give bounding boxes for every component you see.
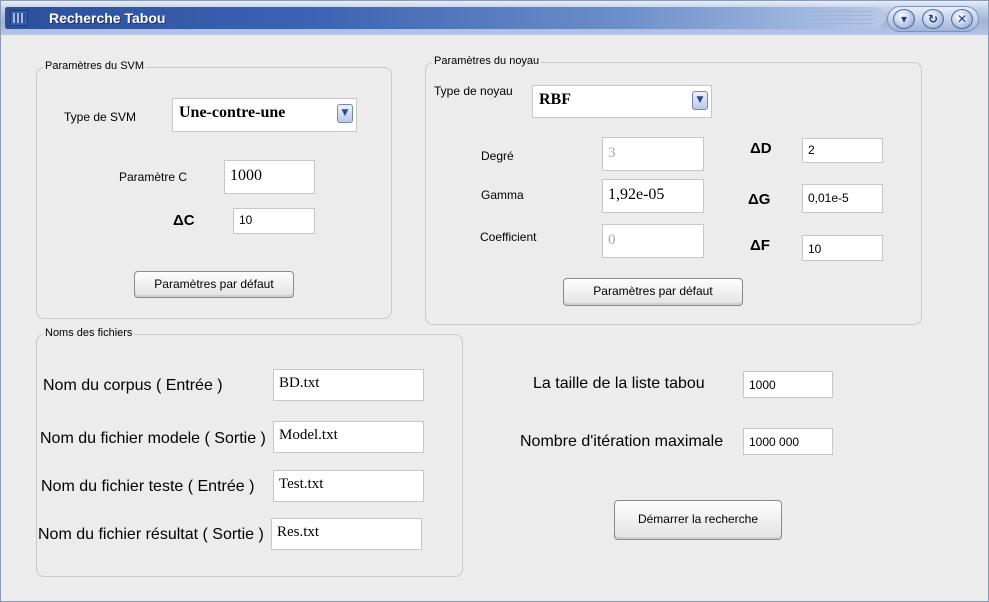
test-label: Nom du fichier teste ( Entrée )	[41, 478, 255, 495]
result-label: Nom du fichier résultat ( Sortie )	[38, 526, 264, 543]
delta-f-label: ΔF	[750, 237, 770, 254]
test-input[interactable]: Test.txt	[273, 470, 424, 502]
delta-d-input[interactable]: 2	[802, 138, 883, 163]
max-iter-input[interactable]: 1000 000	[743, 428, 833, 455]
svm-params-legend: Paramètres du SVM	[43, 60, 147, 72]
coefficient-input[interactable]: 0	[602, 224, 704, 258]
tabu-size-input[interactable]: 1000	[743, 371, 833, 398]
start-search-button[interactable]: Démarrer la recherche	[614, 500, 782, 540]
svm-type-label: Type de SVM	[64, 110, 137, 124]
max-iter-label: Nombre d'itération maximale	[520, 433, 724, 450]
kernel-type-value: RBF	[539, 91, 571, 108]
delta-g-label: ΔG	[748, 191, 771, 208]
minimize-icon[interactable]: ▾	[893, 9, 915, 29]
app-icon[interactable]	[10, 10, 28, 26]
window-controls: ▾ ↻ ✕	[887, 6, 979, 32]
files-legend: Noms des fichiers	[43, 327, 135, 339]
kernel-default-button[interactable]: Paramètres par défaut	[563, 278, 743, 306]
result-input[interactable]: Res.txt	[271, 518, 422, 550]
window-title: Recherche Tabou	[49, 10, 166, 26]
gamma-input[interactable]: 1,92e-05	[602, 179, 704, 213]
title-decoration	[809, 11, 873, 27]
corpus-label: Nom du corpus ( Entrée )	[43, 377, 223, 394]
kernel-type-select[interactable]: RBF ▼	[532, 85, 712, 118]
restore-icon[interactable]: ↻	[922, 9, 944, 29]
kernel-type-label: Type de noyau	[434, 84, 513, 98]
chevron-down-icon[interactable]: ▼	[692, 91, 708, 110]
model-label: Nom du fichier modele ( Sortie )	[40, 430, 266, 447]
delta-g-input[interactable]: 0,01e-5	[802, 184, 883, 213]
delta-f-input[interactable]: 10	[802, 235, 883, 261]
svm-default-button[interactable]: Paramètres par défaut	[134, 271, 294, 298]
degree-input[interactable]: 3	[602, 137, 704, 171]
delta-d-label: ΔD	[750, 140, 772, 157]
svm-type-value: Une-contre-une	[179, 104, 286, 121]
coefficient-label: Coefficient	[480, 230, 537, 244]
corpus-input[interactable]: BD.txt	[273, 369, 424, 401]
title-bar[interactable]: Recherche Tabou ▾ ↻ ✕	[1, 1, 988, 35]
svm-type-select[interactable]: Une-contre-une ▼	[172, 98, 357, 132]
param-c-label: Paramètre C	[119, 170, 188, 184]
delta-c-label: ΔC	[173, 212, 195, 229]
delta-c-input[interactable]: 10	[233, 208, 315, 234]
param-c-input[interactable]: 1000	[224, 160, 315, 194]
close-icon[interactable]: ✕	[951, 9, 973, 29]
model-input[interactable]: Model.txt	[273, 421, 424, 453]
chevron-down-icon[interactable]: ▼	[337, 104, 353, 123]
gamma-label: Gamma	[481, 188, 524, 202]
tabu-size-label: La taille de la liste tabou	[533, 375, 705, 392]
kernel-params-legend: Paramètres du noyau	[432, 55, 542, 67]
degree-label: Degré	[481, 149, 514, 163]
main-window: Recherche Tabou ▾ ↻ ✕ Paramètres du SVM …	[0, 0, 989, 602]
